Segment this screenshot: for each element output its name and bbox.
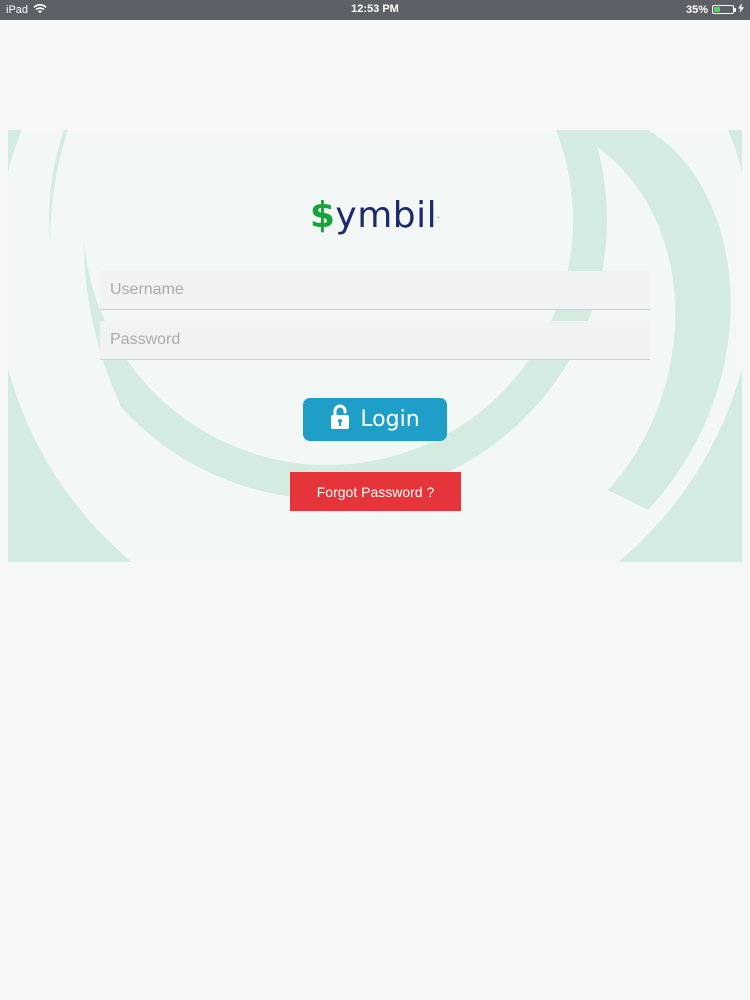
battery-percent: 35%	[685, 3, 708, 16]
status-right: 35%	[686, 3, 744, 16]
symbil-logo: $ymbil.	[8, 192, 742, 240]
logo-dollar: $	[309, 195, 336, 236]
forgot-password-button[interactable]: Forgot Password ?	[290, 472, 461, 511]
login-panel: $ymbil. Login Forgot Password ?	[8, 130, 742, 562]
logo-trademark: .	[437, 211, 441, 220]
battery-icon	[712, 5, 736, 14]
login-button[interactable]: Login	[303, 398, 447, 441]
username-input[interactable]	[100, 271, 650, 310]
battery-level	[714, 7, 720, 12]
status-time: 12:53 PM	[351, 3, 399, 15]
password-input[interactable]	[100, 321, 650, 360]
unlock-icon	[330, 404, 350, 436]
bottom-spacer	[0, 562, 750, 1000]
login-button-label: Login	[360, 407, 420, 432]
charging-icon	[738, 3, 744, 16]
logo-text: ymbil	[335, 195, 438, 236]
top-spacer	[0, 20, 750, 130]
status-bar: iPad 12:53 PM 35%	[0, 0, 750, 20]
